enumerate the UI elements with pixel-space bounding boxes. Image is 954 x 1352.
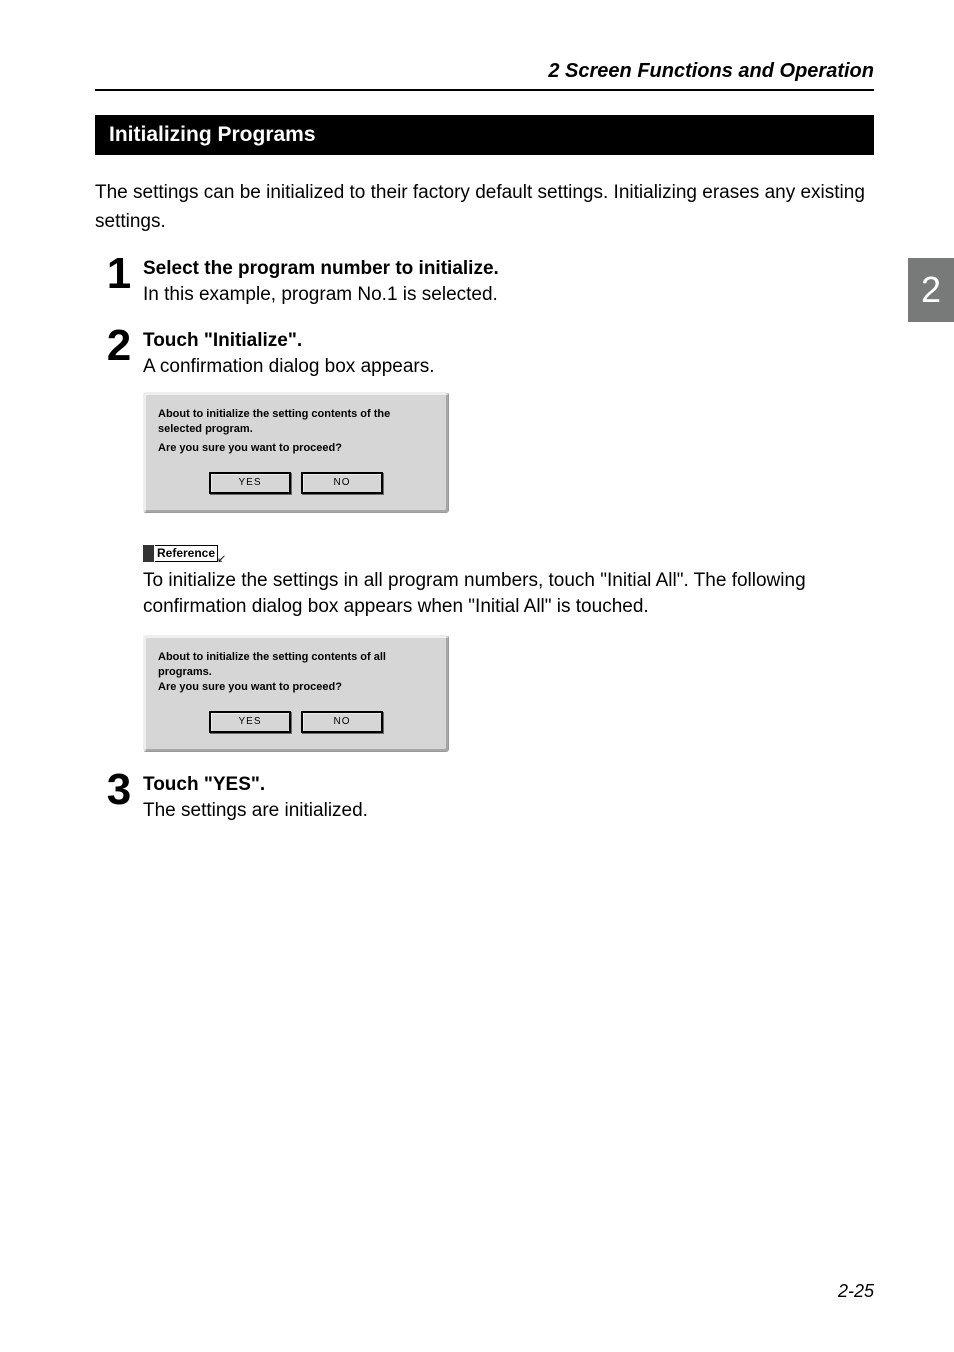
step-2-desc: A confirmation dialog box appears. <box>143 356 874 378</box>
step-2-title: Touch "Initialize". <box>143 330 874 352</box>
step-3: 3 Touch "YES". The settings are initiali… <box>95 774 874 836</box>
step-1-title: Select the program number to initialize. <box>143 258 874 280</box>
dialog2-no-button[interactable]: NO <box>301 711 383 733</box>
dialog2-yes-button[interactable]: YES <box>209 711 291 733</box>
confirmation-dialog-all: About to initialize the setting contents… <box>143 635 449 752</box>
step-1: 1 Select the program number to initializ… <box>95 258 874 320</box>
step-1-desc: In this example, program No.1 is selecte… <box>143 284 874 306</box>
chapter-title: 2 Screen Functions and Operation <box>548 60 874 83</box>
reference-label-text: Reference <box>155 545 218 562</box>
dialog2-line1: About to initialize the setting contents… <box>156 650 436 681</box>
dialog1-line1: About to initialize the setting contents… <box>156 407 436 438</box>
step-number-2: 2 <box>95 324 143 368</box>
step-number-3: 3 <box>95 768 143 812</box>
dialog1-yes-button[interactable]: YES <box>209 472 291 494</box>
reference-desc: To initialize the settings in all progra… <box>143 568 874 621</box>
dialog1-no-button[interactable]: NO <box>301 472 383 494</box>
step-2: 2 Touch "Initialize". A confirmation dia… <box>95 330 874 535</box>
confirmation-dialog-single: About to initialize the setting contents… <box>143 392 449 513</box>
step-3-desc: The settings are initialized. <box>143 800 874 822</box>
section-heading: Initializing Programs <box>95 115 874 155</box>
chapter-header: 2 Screen Functions and Operation <box>95 60 874 91</box>
intro-text: The settings can be initialized to their… <box>95 179 874 236</box>
page-number: 2-25 <box>838 1281 874 1302</box>
step-3-title: Touch "YES". <box>143 774 874 796</box>
dialog2-line2: Are you sure you want to proceed? <box>156 681 436 693</box>
reference-block: Reference ↙ To initialize the settings i… <box>143 545 874 752</box>
reference-arrow-icon: ↙ <box>217 552 226 565</box>
dialog1-line2: Are you sure you want to proceed? <box>156 442 436 454</box>
reference-bar-icon <box>143 545 154 562</box>
step-number-1: 1 <box>95 252 143 296</box>
reference-label: Reference ↙ <box>143 545 228 562</box>
chapter-side-tab: 2 <box>908 258 954 322</box>
